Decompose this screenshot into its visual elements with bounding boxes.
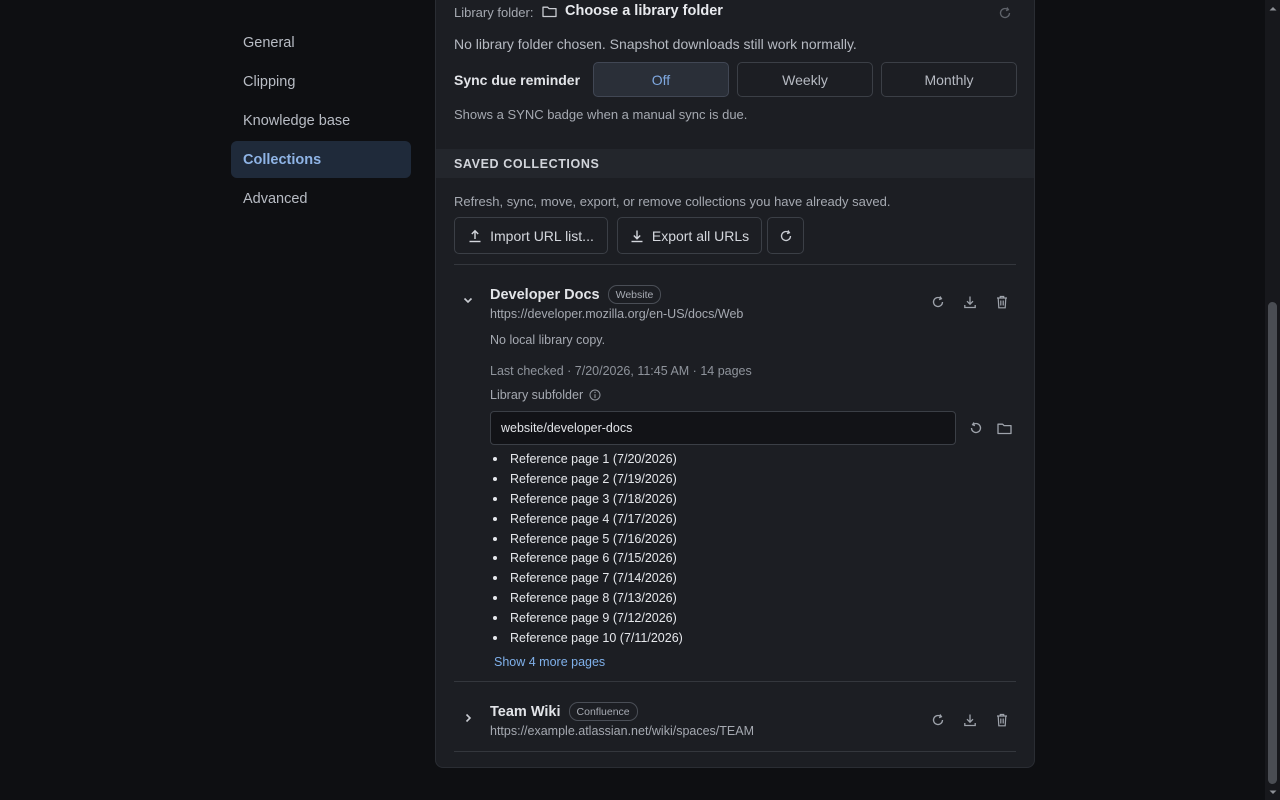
library-folder-status: No library folder chosen. Snapshot downl… (454, 36, 857, 52)
last-checked: Last checked · 7/20/2026, 11:45 AM · 14 … (490, 364, 752, 378)
divider (454, 751, 1016, 752)
upload-icon (468, 229, 482, 243)
folder-icon[interactable] (994, 418, 1014, 438)
refresh-icon[interactable] (928, 710, 948, 730)
list-item: Reference page 1 (7/20/2026) (490, 449, 683, 469)
settings-sidebar: General Clipping Knowledge base Collecti… (231, 24, 411, 219)
info-icon (589, 389, 601, 401)
import-url-list-label: Import URL list... (490, 227, 594, 244)
library-subfolder-input[interactable] (490, 411, 956, 445)
collection-type-badge: Website (607, 285, 662, 304)
sidebar-item-general[interactable]: General (231, 24, 411, 61)
folder-icon (542, 5, 557, 18)
choose-library-folder-button[interactable]: Choose a library folder (542, 3, 723, 19)
sidebar-item-label: Collections (243, 151, 322, 168)
sidebar-item-knowledge-base[interactable]: Knowledge base (231, 102, 411, 139)
list-item: Reference page 6 (7/15/2026) (490, 548, 683, 568)
download-icon (630, 229, 644, 243)
list-item: Reference page 3 (7/18/2026) (490, 489, 683, 509)
collection-header: Team Wiki Confluence (490, 702, 638, 721)
refresh-icon[interactable] (995, 3, 1015, 23)
export-all-urls-label: Export all URLs (651, 227, 750, 244)
library-folder-label: Library folder: (454, 5, 534, 20)
local-library-status: No local library copy. (490, 333, 606, 347)
sync-option-weekly[interactable]: Weekly (737, 62, 873, 97)
sidebar-item-label: Knowledge base (243, 112, 351, 129)
sidebar-item-label: General (243, 34, 295, 51)
collections-settings-panel: Library folder: Choose a library folder … (435, 0, 1035, 768)
collection-type-badge: Confluence (568, 702, 638, 721)
sidebar-item-label: Advanced (243, 190, 308, 207)
divider (454, 264, 1016, 265)
list-item: Reference page 5 (7/16/2026) (490, 529, 683, 549)
page-scrollbar[interactable] (1265, 0, 1280, 800)
sync-option-label: Monthly (924, 71, 974, 88)
reset-icon[interactable] (966, 418, 986, 438)
trash-icon[interactable] (992, 710, 1012, 730)
section-heading-text: SAVED COLLECTIONS (454, 156, 600, 171)
download-icon[interactable] (960, 292, 980, 312)
refresh-icon[interactable] (928, 292, 948, 312)
import-url-list-button[interactable]: Import URL list... (454, 217, 608, 254)
sync-option-label: Weekly (782, 71, 828, 88)
list-item: Reference page 4 (7/17/2026) (490, 509, 683, 529)
sidebar-item-label: Clipping (243, 73, 296, 90)
scrollbar-thumb[interactable] (1268, 302, 1277, 784)
sidebar-item-advanced[interactable]: Advanced (231, 180, 411, 217)
scroll-down-arrow-icon[interactable] (1265, 785, 1280, 799)
choose-library-folder-label: Choose a library folder (565, 3, 723, 19)
library-subfolder-label-row: Library subfolder (490, 388, 601, 402)
saved-collections-description: Refresh, sync, move, export, or remove c… (454, 194, 891, 209)
list-item: Reference page 7 (7/14/2026) (490, 568, 683, 588)
export-all-urls-button[interactable]: Export all URLs (617, 217, 762, 254)
chevron-right-icon[interactable] (458, 708, 478, 728)
collection-page-list: Reference page 1 (7/20/2026) Reference p… (490, 449, 683, 648)
saved-collections-heading: SAVED COLLECTIONS (436, 149, 1034, 178)
download-icon[interactable] (960, 710, 980, 730)
list-item: Reference page 10 (7/11/2026) (490, 628, 683, 648)
collection-header: Developer Docs Website (490, 285, 662, 304)
collection-url: https://developer.mozilla.org/en-US/docs… (490, 307, 744, 321)
sync-option-label: Off (651, 71, 671, 88)
show-more-pages-link[interactable]: Show 4 more pages (494, 655, 605, 669)
list-item: Reference page 8 (7/13/2026) (490, 588, 683, 608)
collection-name: Team Wiki (490, 703, 561, 720)
collection-name: Developer Docs (490, 286, 600, 303)
divider (454, 681, 1016, 682)
collection-url: https://example.atlassian.net/wiki/space… (490, 724, 755, 738)
sidebar-item-collections[interactable]: Collections (231, 141, 411, 178)
scroll-up-arrow-icon[interactable] (1265, 1, 1280, 15)
list-item: Reference page 9 (7/12/2026) (490, 608, 683, 628)
list-item: Reference page 2 (7/19/2026) (490, 469, 683, 489)
chevron-down-icon[interactable] (458, 290, 478, 310)
library-subfolder-label: Library subfolder (490, 388, 584, 402)
refresh-all-button[interactable] (767, 217, 804, 254)
refresh-icon (779, 229, 793, 243)
sync-option-off[interactable]: Off (593, 62, 729, 97)
sync-option-monthly[interactable]: Monthly (881, 62, 1017, 97)
sidebar-item-clipping[interactable]: Clipping (231, 63, 411, 100)
trash-icon[interactable] (992, 292, 1012, 312)
sync-reminder-label: Sync due reminder (454, 72, 581, 88)
sync-reminder-hint: Shows a SYNC badge when a manual sync is… (454, 107, 748, 122)
